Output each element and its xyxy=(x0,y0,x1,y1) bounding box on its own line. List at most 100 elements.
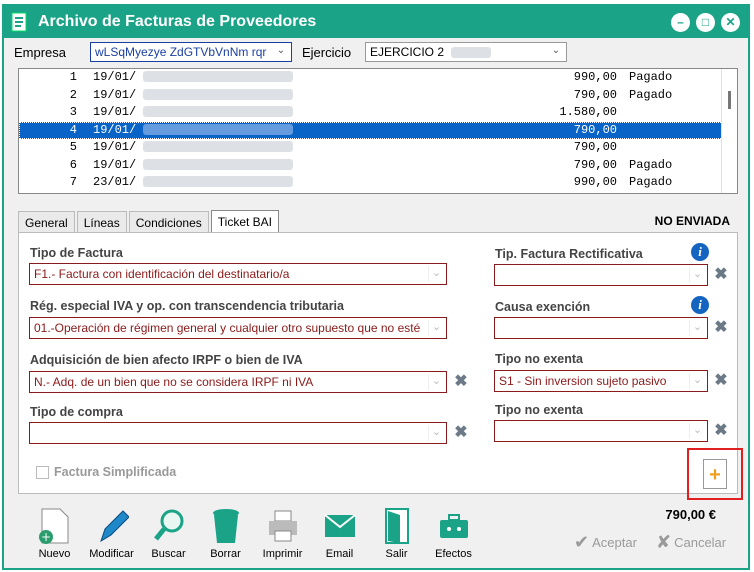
pen-icon xyxy=(83,506,140,546)
total-amount: 790,00 € xyxy=(665,507,716,522)
tab-general[interactable]: General xyxy=(18,211,75,233)
invoice-list[interactable]: 1 19/01/990,00 Pagado 2 19/01/790,00 Pagado 3 1… xyxy=(18,68,738,194)
chevron-down-icon: ⌄ xyxy=(551,45,561,56)
close-button[interactable]: ✕ xyxy=(721,12,740,32)
row-date: 19/01/ xyxy=(93,87,137,102)
chevron-down-icon: ⌄ xyxy=(689,373,705,389)
row-number: 1 xyxy=(69,70,77,84)
checkbox-box[interactable] xyxy=(36,465,49,479)
cancelar-label: Cancelar xyxy=(674,535,727,550)
scrollbar-thumb[interactable] xyxy=(728,91,731,109)
maximize-button[interactable]: □ xyxy=(696,12,715,32)
chevron-down-icon: ⌄ xyxy=(428,266,444,282)
row-amount: 790,00 xyxy=(573,122,617,137)
check-icon: ✔ xyxy=(574,532,590,552)
redacted-text xyxy=(143,87,293,105)
row-date: 19/01/ xyxy=(93,105,137,119)
clear-icon[interactable]: ✖ xyxy=(453,374,469,390)
aceptar-label: Aceptar xyxy=(592,535,637,550)
new-document-highlight[interactable]: + xyxy=(687,448,743,500)
new-document-icon[interactable]: + xyxy=(703,459,727,489)
minimize-button[interactable]: – xyxy=(671,12,690,32)
factura-simplificada-checkbox[interactable]: Factura Simplificada xyxy=(36,465,176,479)
magnifier-icon xyxy=(140,506,197,546)
info-icon[interactable]: i xyxy=(691,296,709,314)
tab-condiciones[interactable]: Condiciones xyxy=(128,211,209,233)
table-row[interactable]: 3 19/01/1.580,00 xyxy=(19,104,737,122)
app-document-icon xyxy=(10,12,30,32)
row-number: 2 xyxy=(69,87,77,102)
efectos-button[interactable]: Efectos xyxy=(425,506,482,560)
modificar-label: Modificar xyxy=(89,548,134,560)
clear-icon[interactable]: ✖ xyxy=(713,423,729,439)
row-amount: 790,00 xyxy=(573,157,617,172)
empresa-select[interactable]: wLSqMyezye ZdGTVbVnNm rqr ⌄ xyxy=(90,42,292,62)
factura-simplificada-label: Factura Simplificada xyxy=(54,465,177,479)
no-exenta-label: Tipo no exenta xyxy=(495,352,583,366)
row-number: 4 xyxy=(69,122,77,137)
aceptar-button[interactable]: ✔ Aceptar xyxy=(574,532,637,553)
redacted-text xyxy=(143,104,293,122)
table-row[interactable]: 6 19/01/790,00 Pagado xyxy=(19,157,737,175)
row-status: Pagado xyxy=(629,175,673,189)
ejercicio-label: Ejercicio xyxy=(302,45,352,60)
table-row[interactable]: 7 23/01/990,00 Pagado xyxy=(19,174,737,192)
tipo-factura-select[interactable]: F1.- Factura con identificación del dest… xyxy=(29,263,447,285)
trash-icon xyxy=(197,506,254,546)
rectificativa-label: Tip. Factura Rectificativa xyxy=(495,247,643,261)
redacted-text xyxy=(143,139,293,157)
tipo-compra-select[interactable]: ⌄ xyxy=(29,422,447,444)
causa-select[interactable]: ⌄ xyxy=(494,317,708,339)
adquisicion-select[interactable]: N.- Adq. de un bien que no se considera … xyxy=(29,371,447,393)
vertical-scrollbar[interactable] xyxy=(721,69,737,193)
row-amount: 790,00 xyxy=(573,87,617,102)
clear-icon[interactable]: ✖ xyxy=(453,425,469,441)
adquisicion-value: N.- Adq. de un bien que no se considera … xyxy=(34,375,314,389)
clear-icon[interactable]: ✖ xyxy=(713,373,729,389)
email-label: Email xyxy=(325,548,354,560)
salir-label: Salir xyxy=(385,548,408,560)
borrar-button[interactable]: Borrar xyxy=(197,506,254,560)
tipo-factura-value: F1.- Factura con identificación del dest… xyxy=(34,267,290,281)
chevron-down-icon: ⌄ xyxy=(689,267,705,283)
briefcase-icon xyxy=(425,506,482,546)
empresa-value: wLSqMyezye ZdGTVbVnNm rqr xyxy=(95,45,267,59)
table-row[interactable]: 2 19/01/790,00 Pagado xyxy=(19,87,737,105)
chevron-down-icon: ⌄ xyxy=(689,320,705,336)
info-icon[interactable]: i xyxy=(691,243,709,261)
clear-icon[interactable]: ✖ xyxy=(713,267,729,283)
salir-button[interactable]: Salir xyxy=(368,506,425,560)
new-document-icon: + xyxy=(26,506,83,546)
cancelar-button[interactable]: ✘ Cancelar xyxy=(656,532,726,553)
table-row[interactable]: 5 19/01/790,00 xyxy=(19,139,737,157)
no-exenta-2-select[interactable]: ⌄ xyxy=(494,420,708,442)
clear-icon[interactable]: ✖ xyxy=(713,320,729,336)
status-badge: NO ENVIADA xyxy=(654,214,730,228)
ejercicio-select[interactable]: EJERCICIO 2 ⌄ xyxy=(365,42,567,62)
svg-text:+: + xyxy=(40,530,50,544)
buscar-button[interactable]: Buscar xyxy=(140,506,197,560)
regimen-select[interactable]: 01.-Operación de régimen general y cualq… xyxy=(29,317,447,339)
row-status: Pagado xyxy=(629,157,673,172)
table-row[interactable]: 1 19/01/990,00 Pagado xyxy=(19,69,737,87)
no-exenta-value: S1 - Sin inversion sujeto pasivo xyxy=(499,374,667,388)
tipo-factura-label: Tipo de Factura xyxy=(30,246,123,260)
toolbar: + Nuevo Modificar Buscar Borrar Imprimir… xyxy=(26,506,482,560)
rectificativa-select[interactable]: ⌄ xyxy=(494,264,708,286)
redacted-text xyxy=(143,69,293,87)
tab-ticket-bai[interactable]: Ticket BAI xyxy=(210,210,280,232)
imprimir-button[interactable]: Imprimir xyxy=(254,506,311,560)
modificar-button[interactable]: Modificar xyxy=(83,506,140,560)
no-exenta-select[interactable]: S1 - Sin inversion sujeto pasivo ⌄ xyxy=(494,370,708,392)
table-row[interactable]: 4 19/01/790,00 xyxy=(19,121,737,139)
chevron-down-icon: ⌄ xyxy=(689,423,705,439)
efectos-label: Efectos xyxy=(435,548,472,560)
email-button[interactable]: Email xyxy=(311,506,368,560)
regimen-label: Rég. especial IVA y op. con transcendenc… xyxy=(30,299,344,313)
buscar-label: Buscar xyxy=(151,548,186,560)
printer-icon xyxy=(254,506,311,546)
redacted-text xyxy=(451,47,492,59)
window-title: Archivo de Facturas de Proveedores xyxy=(38,13,317,30)
tab-lineas[interactable]: Líneas xyxy=(76,211,127,233)
nuevo-button[interactable]: + Nuevo xyxy=(26,506,83,560)
